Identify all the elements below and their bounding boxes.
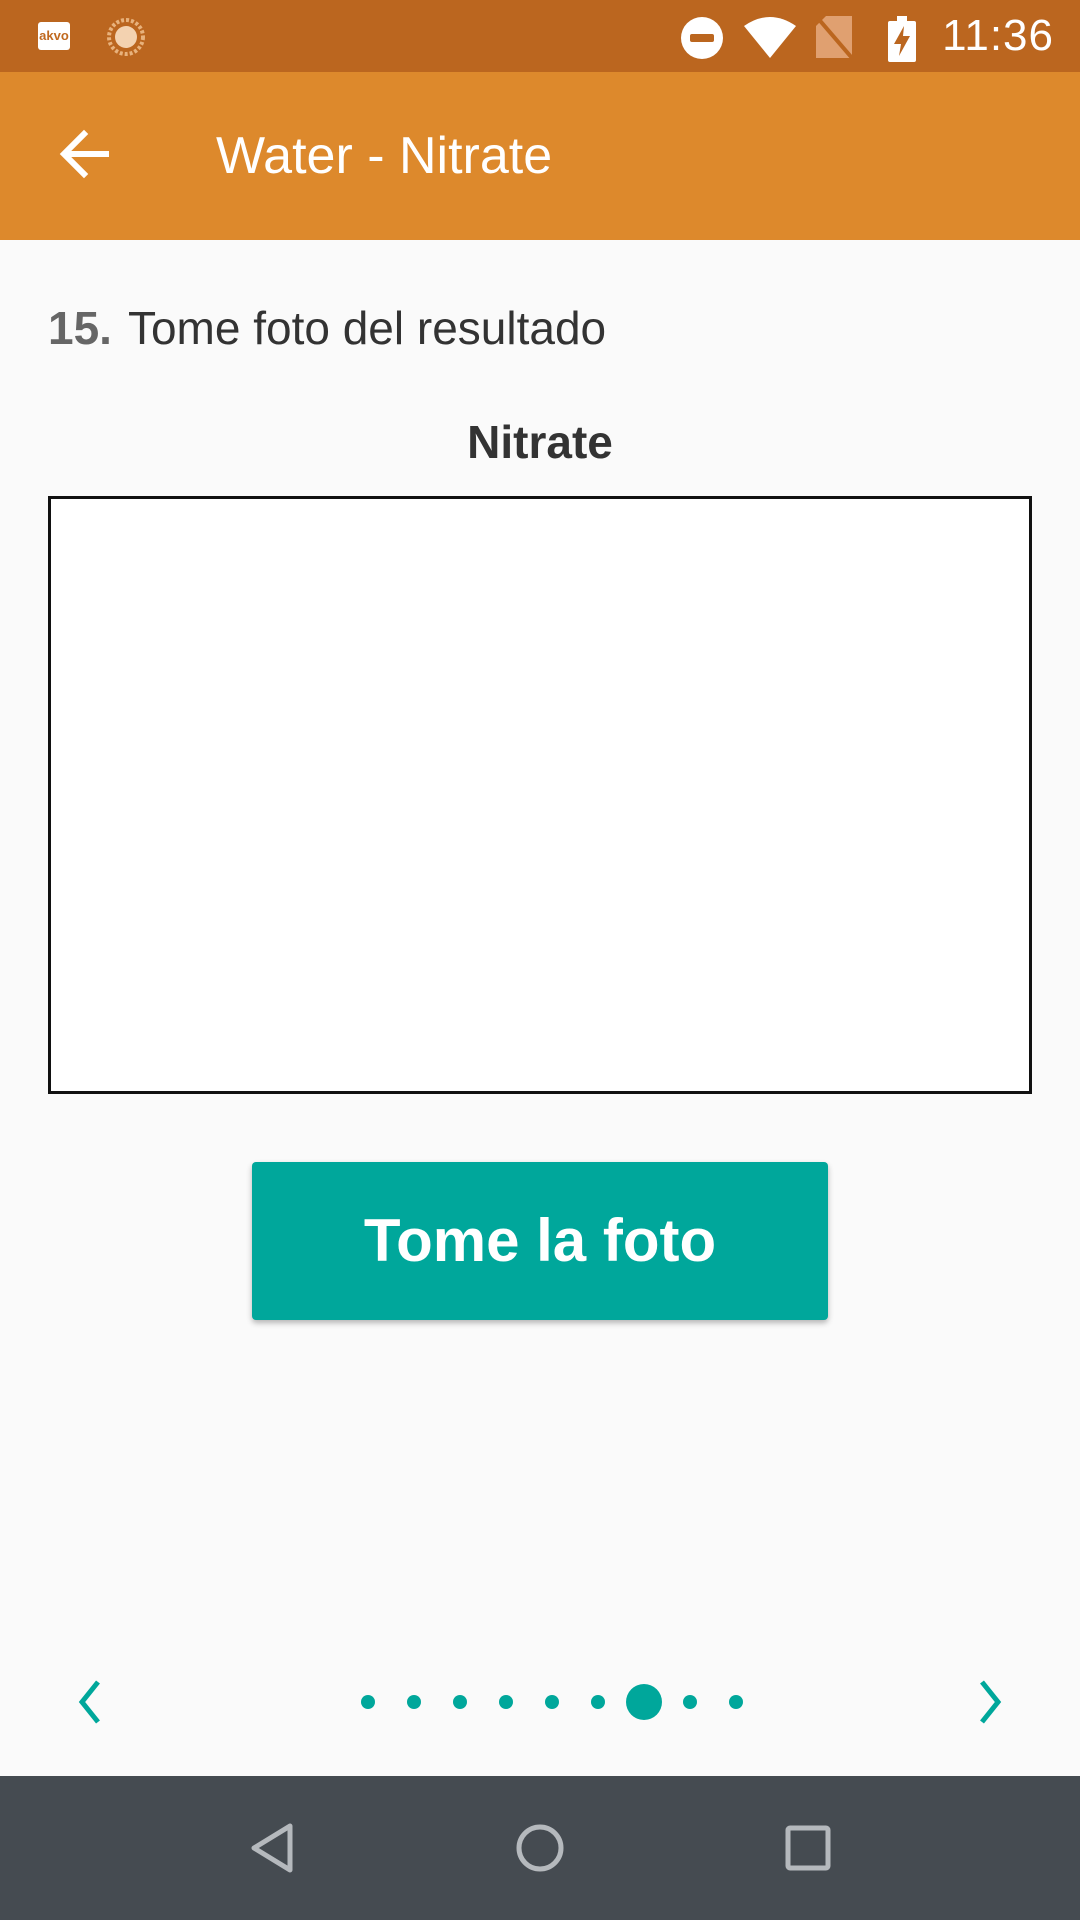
photo-preview	[48, 496, 1032, 1094]
home-circle-icon[interactable]	[510, 1818, 570, 1878]
status-time: 11:36	[942, 11, 1054, 60]
page-dot	[591, 1695, 605, 1709]
take-photo-button[interactable]: Tome la foto	[252, 1162, 828, 1320]
step-text: Tome foto del resultado	[127, 302, 607, 354]
status-bar: akvo 11:36	[0, 0, 1080, 72]
wifi-icon	[744, 17, 796, 58]
no-sim-icon	[816, 16, 852, 58]
photo-label: Nitrate	[467, 416, 613, 468]
page-dot	[407, 1695, 421, 1709]
battery-charging-icon	[888, 16, 916, 62]
back-triangle-icon[interactable]	[242, 1818, 302, 1878]
page-dot	[361, 1695, 375, 1709]
page-dot	[545, 1695, 559, 1709]
page-dot	[729, 1695, 743, 1709]
arrow-left-icon[interactable]	[56, 126, 112, 182]
recents-square-icon[interactable]	[778, 1818, 838, 1878]
page-dot-active	[626, 1684, 662, 1720]
page-dot	[453, 1695, 467, 1709]
do-not-disturb-icon	[681, 17, 723, 59]
page-title: Water - Nitrate	[216, 127, 553, 185]
step-number: 15.	[48, 302, 112, 354]
chevron-left-icon[interactable]	[66, 1678, 114, 1726]
app-bar: Water - Nitrate	[0, 72, 1080, 240]
page-dot	[499, 1695, 513, 1709]
akvo-icon: akvo	[38, 22, 70, 50]
chevron-right-icon[interactable]	[966, 1678, 1014, 1726]
instruction-text: 15. Tome foto del resultado	[48, 300, 606, 356]
page-indicator	[0, 1660, 1080, 1744]
page-dot	[683, 1695, 697, 1709]
navigation-bar	[0, 1776, 1080, 1920]
sun-icon	[107, 18, 145, 56]
